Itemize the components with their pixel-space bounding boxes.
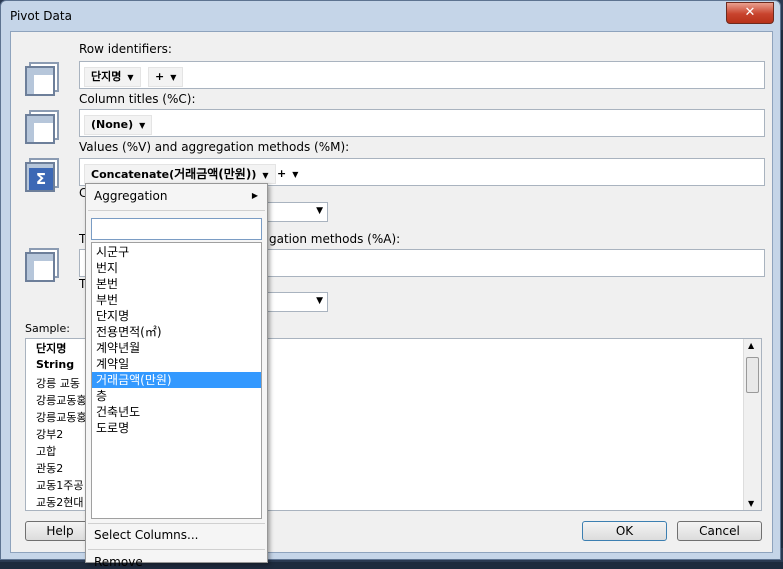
row-add-button[interactable]: + ▼ — [148, 67, 184, 87]
sample-label: Sample: — [25, 322, 70, 335]
row-identifier-chip[interactable]: 단지명 ▼ — [84, 67, 141, 87]
window-title: Pivot Data — [10, 9, 72, 23]
field-list[interactable]: 시군구 번지 본번 부번 단지명 전용면적(㎡) 계약년월 계약일 거래금액(만… — [91, 242, 262, 519]
field-list-item[interactable]: 부번 — [92, 292, 261, 308]
menu-separator — [88, 523, 265, 524]
value-add-button[interactable]: + ▼ — [270, 164, 305, 184]
ok-button[interactable]: OK — [582, 521, 667, 541]
plus-icon: + — [155, 70, 165, 83]
value-chip[interactable]: Concatenate(거래금액(만원)) ▼ — [84, 164, 276, 184]
menu-separator — [88, 210, 265, 211]
cancel-button[interactable]: Cancel — [677, 521, 762, 541]
chevron-down-icon[interactable]: ▼ — [292, 170, 298, 179]
column-title-chip[interactable]: (None) ▼ — [84, 115, 153, 135]
column-titles-field[interactable]: (None) ▼ — [79, 109, 765, 137]
table-icon — [25, 246, 63, 284]
menu-separator — [88, 549, 265, 550]
values-field[interactable]: Concatenate(거래금액(만원)) ▼ + ▼ — [79, 158, 765, 186]
aggregation-menu-item[interactable]: Aggregation — [94, 189, 167, 203]
scroll-down-icon[interactable]: ▼ — [748, 499, 754, 508]
field-search-input[interactable] — [91, 218, 262, 240]
chevron-down-icon: ▼ — [316, 206, 323, 216]
sample-row: 강릉교동홍 — [36, 394, 87, 407]
scroll-up-icon[interactable]: ▲ — [748, 341, 754, 350]
value-chip-prefix: Concatenate( — [91, 168, 175, 181]
sigma-icon: Σ — [25, 156, 63, 194]
submenu-arrow-icon: ▶ — [251, 191, 258, 200]
table-columns-icon — [25, 108, 63, 146]
row-identifiers-label: Row identifiers: — [79, 42, 172, 56]
close-button[interactable]: ✕ — [726, 2, 774, 24]
sample-header: 단지명 — [36, 342, 67, 355]
value-chip-suffix: ) — [251, 168, 257, 181]
field-list-item[interactable]: 계약년월 — [92, 340, 261, 356]
chevron-down-icon[interactable]: ▼ — [170, 73, 176, 82]
scroll-thumb[interactable] — [746, 357, 759, 393]
sample-row: 교동2현대 — [36, 496, 84, 509]
sample-row: 강릉 교동 — [36, 377, 80, 390]
section5-label-end: gation methods (%A): — [269, 232, 401, 246]
field-context-menu: Aggregation ▶ 시군구 번지 본번 부번 단지명 전용면적(㎡) 계… — [85, 183, 268, 569]
row-identifiers-field[interactable]: 단지명 ▼ + ▼ — [79, 61, 765, 89]
column-title-chip-label: (None) — [91, 118, 134, 131]
select-columns-menu-item[interactable]: Select Columns... — [94, 528, 198, 542]
value-chip-field: 거래금액(만원) — [174, 167, 252, 181]
sample-row: 강릉교동홍 — [36, 411, 87, 424]
sample-row: 강부2 — [36, 428, 64, 441]
sample-row: 관동2 — [36, 462, 64, 475]
sample-scrollbar[interactable]: ▲ ▼ — [743, 339, 761, 510]
column-titles-label: Column titles (%C): — [79, 92, 196, 106]
field-list-item[interactable]: 도로명 — [92, 420, 261, 436]
field-list-item[interactable]: 계약일 — [92, 356, 261, 372]
field-list-item[interactable]: 시군구 — [92, 244, 261, 260]
values-label: Values (%V) and aggregation methods (%M)… — [79, 140, 350, 154]
field-list-item-selected[interactable]: 거래금액(만원) — [92, 372, 261, 388]
row-identifier-chip-label: 단지명 — [91, 70, 122, 83]
sample-row: 고합 — [36, 445, 57, 458]
sample-type-row: String — [36, 358, 75, 371]
field-list-item[interactable]: 전용면적(㎡) — [92, 324, 261, 340]
title-bar: Pivot Data ✕ — [1, 1, 780, 31]
plus-icon: + — [277, 167, 287, 180]
field-list-item[interactable]: 번지 — [92, 260, 261, 276]
sample-row: 교동1주공 — [36, 479, 84, 492]
table-rows-icon — [25, 60, 63, 98]
chevron-down-icon[interactable]: ▼ — [127, 73, 133, 82]
field-list-item[interactable]: 단지명 — [92, 308, 261, 324]
remove-menu-item[interactable]: Remove — [94, 555, 143, 569]
chevron-down-icon[interactable]: ▼ — [139, 121, 145, 130]
field-list-item[interactable]: 본번 — [92, 276, 261, 292]
chevron-down-icon: ▼ — [316, 296, 323, 306]
chevron-down-icon[interactable]: ▼ — [262, 171, 268, 180]
field-list-item[interactable]: 건축년도 — [92, 404, 261, 420]
field-list-item[interactable]: 층 — [92, 388, 261, 404]
